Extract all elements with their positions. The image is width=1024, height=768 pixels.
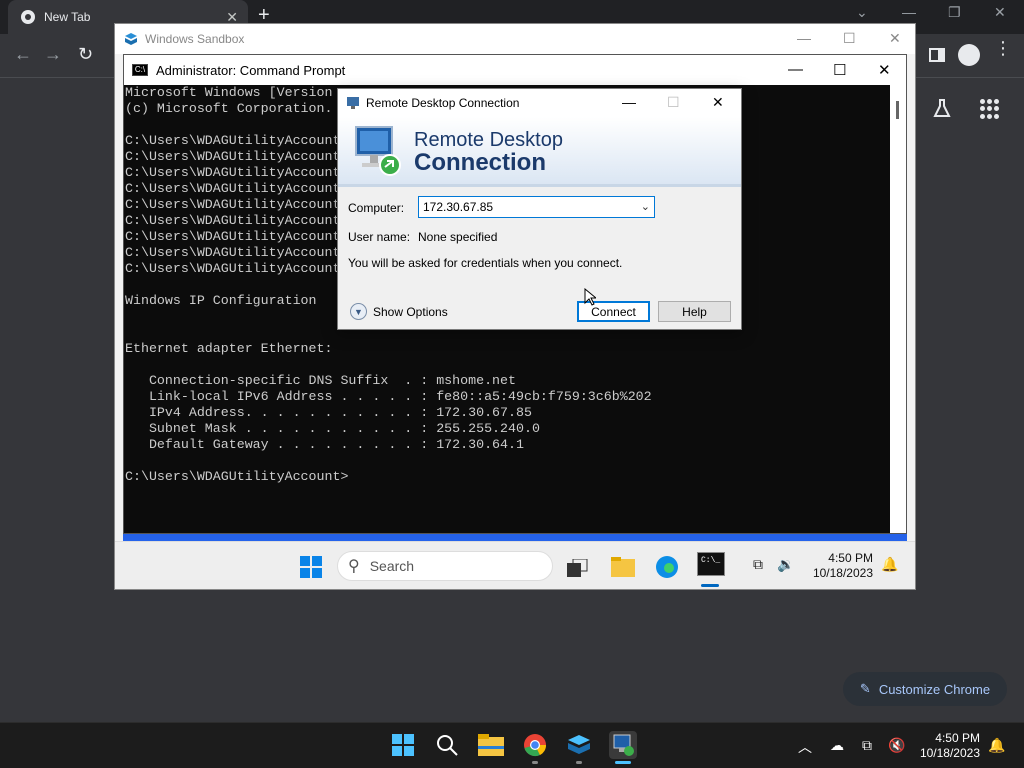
network-icon[interactable]: ⧉ (753, 556, 763, 573)
host-clock[interactable]: 4:50 PM 10/18/2023 (920, 731, 980, 761)
show-options-label: Show Options (373, 304, 448, 319)
onedrive-icon[interactable]: ☁ (830, 737, 844, 754)
chrome-icon (524, 734, 547, 757)
notification-bell-icon[interactable]: 🔔 (881, 556, 898, 573)
computer-value: 172.30.67.85 (423, 200, 494, 214)
file-explorer-icon[interactable] (611, 557, 635, 577)
sandbox-icon (125, 33, 137, 45)
rdc-minimize-icon[interactable]: — (622, 94, 636, 110)
cmd-line (125, 453, 891, 469)
cmd-title: Administrator: Command Prompt (156, 62, 346, 78)
host-chrome[interactable] (521, 731, 549, 764)
computer-label: Computer: (348, 201, 405, 215)
username-value: None specified (418, 230, 498, 244)
notification-bell-icon[interactable]: 🔔 (988, 737, 1005, 754)
rdc-title-icon (347, 97, 359, 109)
cmd-line: C:\Users\WDAGUtilityAccount> (125, 469, 349, 484)
cmd-line: Subnet Mask . . . . . . . . . . . : 255.… (125, 421, 540, 436)
computer-combobox[interactable]: 172.30.67.85 ⌄ (418, 196, 655, 218)
host-taskbar: ︿ ☁ ⧉ 🔇 4:50 PM 10/18/2023 🔔 (0, 722, 1024, 768)
cmd-line: Link-local IPv6 Address . . . . . : fe80… (125, 389, 652, 404)
pencil-icon: ✎ (859, 681, 871, 696)
rdc-titlebar: Remote Desktop Connection — ☐ ✕ (338, 89, 741, 117)
chrome-menu-icon[interactable]: ⋮ (994, 39, 1012, 57)
profile-avatar[interactable] (958, 44, 980, 66)
sandbox-search-box[interactable]: ⚲ Search (337, 551, 553, 581)
cmd-maximize-icon[interactable]: ☐ (833, 61, 846, 79)
cmd-minimize-icon[interactable]: — (788, 61, 803, 78)
edge-icon[interactable] (655, 555, 679, 579)
rdc-banner-line2: Connection (414, 149, 546, 176)
cmd-line: Ethernet adapter Ethernet: (125, 341, 333, 356)
sandbox-date: 10/18/2023 (812, 566, 873, 580)
rdc-banner: Remote Desktop Connection (338, 117, 741, 187)
cmd-scrollbar[interactable] (890, 85, 906, 533)
search-placeholder: Search (369, 558, 415, 574)
customize-chrome-button[interactable]: ✎ Customize Chrome (843, 672, 1007, 706)
remote-desktop-logo-icon (355, 126, 401, 176)
cmd-close-icon[interactable]: ✕ (878, 61, 891, 79)
help-button[interactable]: Help (658, 301, 731, 322)
username-label: User name: (348, 230, 411, 244)
task-view-icon[interactable] (567, 559, 589, 577)
chrome-icon (21, 10, 35, 24)
volume-muted-icon[interactable]: 🔇 (888, 737, 905, 754)
sandbox-taskbar: ⚲ Search C:\_ ⧉ 🔉 4:50 PM 10/18/2023 🔔 (115, 541, 915, 589)
google-apps-icon[interactable] (980, 99, 1000, 119)
folder-icon (478, 734, 504, 756)
host-time: 4:50 PM (935, 731, 980, 745)
active-indicator (701, 584, 719, 587)
rdc-maximize-icon: ☐ (667, 94, 680, 110)
chevron-down-icon[interactable]: ⌄ (641, 200, 650, 213)
sandbox-title: Windows Sandbox (145, 32, 245, 46)
network-icon[interactable]: ⧉ (862, 737, 872, 754)
host-remote-desktop[interactable] (609, 731, 637, 764)
side-panel-icon[interactable] (929, 47, 945, 63)
search-icon: ⚲ (348, 558, 360, 575)
tab-search-icon[interactable]: ⌄ (856, 4, 868, 21)
customize-chrome-label: Customize Chrome (878, 681, 991, 697)
volume-icon[interactable]: 🔉 (777, 556, 794, 573)
sandbox-minimize-icon[interactable]: — (797, 30, 811, 46)
back-icon[interactable]: ← (14, 44, 32, 65)
sandbox-time: 4:50 PM (828, 551, 873, 565)
sandbox-titlebar: Windows Sandbox — ☐ ✕ (115, 24, 915, 54)
mouse-cursor-icon (584, 288, 596, 306)
host-search-button[interactable] (433, 731, 461, 759)
cmd-taskbar-icon[interactable]: C:\_ (697, 552, 725, 576)
sandbox-close-icon[interactable]: ✕ (889, 30, 901, 47)
close-icon[interactable]: ✕ (994, 4, 1006, 21)
rdc-title: Remote Desktop Connection (366, 96, 520, 110)
tab-title: New Tab (44, 10, 91, 24)
forward-icon[interactable]: → (44, 44, 62, 65)
sandbox-clock[interactable]: 4:50 PM 10/18/2023 (813, 551, 873, 581)
minimize-icon[interactable]: — (902, 4, 916, 20)
sandbox-icon (568, 735, 590, 754)
windows-start-icon (392, 734, 414, 756)
labs-flask-icon[interactable] (930, 97, 954, 121)
host-date: 10/18/2023 (919, 746, 980, 760)
search-icon (437, 735, 458, 756)
cmd-line (125, 357, 891, 373)
host-start-button[interactable] (389, 731, 417, 759)
sandbox-maximize-icon[interactable]: ☐ (843, 30, 856, 47)
remote-desktop-icon (613, 734, 634, 756)
expand-chevron-icon: ▼ (350, 303, 367, 320)
cmd-icon: C:\ (132, 64, 148, 76)
remote-desktop-dialog: Remote Desktop Connection — ☐ ✕ Remote D… (337, 88, 742, 330)
rdc-close-icon[interactable]: ✕ (712, 94, 724, 111)
reload-icon[interactable]: ↻ (78, 44, 93, 65)
restore-icon[interactable]: ❐ (948, 4, 961, 21)
show-hidden-icons-chevron[interactable]: ︿ (798, 737, 812, 757)
host-file-explorer[interactable] (477, 731, 505, 759)
cmd-titlebar: C:\ Administrator: Command Prompt — ☐ ✕ (124, 55, 906, 85)
start-icon[interactable] (299, 555, 323, 579)
cmd-line: Connection-specific DNS Suffix . : mshom… (125, 373, 516, 388)
credentials-info-text: You will be asked for credentials when y… (348, 256, 623, 270)
cmd-line: Default Gateway . . . . . . . . . : 172.… (125, 437, 524, 452)
show-options-toggle[interactable]: ▼ Show Options (350, 303, 448, 320)
host-sandbox[interactable] (565, 731, 593, 764)
cmd-line: IPv4 Address. . . . . . . . . . . : 172.… (125, 405, 532, 420)
